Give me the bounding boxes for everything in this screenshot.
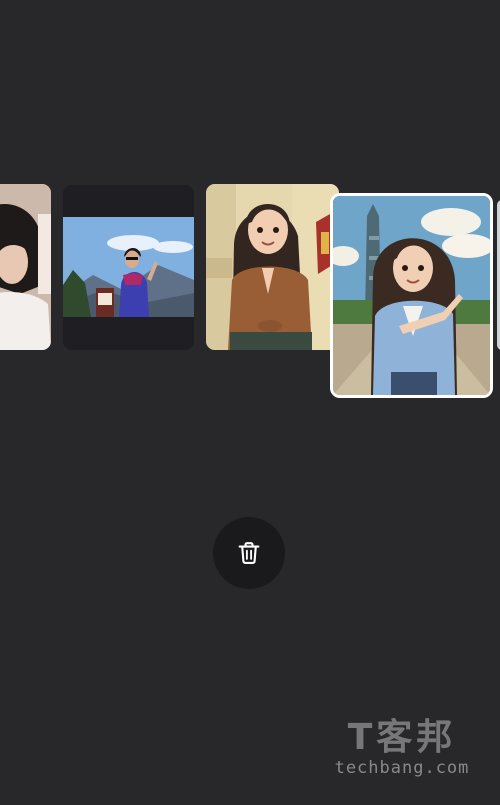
photo-3-image xyxy=(206,184,339,350)
photo-2-image xyxy=(63,185,194,350)
photo-4-image xyxy=(333,196,490,395)
photo-thumbnail-2[interactable] xyxy=(63,185,194,350)
watermark: T客邦 techbang.com xyxy=(322,718,482,788)
watermark-logo: T客邦 xyxy=(347,717,457,758)
photo-thumbnail-1[interactable] xyxy=(0,184,51,350)
photo-1-image xyxy=(0,184,51,350)
watermark-domain: techbang.com xyxy=(334,758,470,778)
photo-thumbnail-3[interactable] xyxy=(206,184,339,350)
photo-carousel[interactable] xyxy=(0,0,500,420)
photo-thumbnail-4-selected[interactable] xyxy=(330,193,493,398)
delete-button[interactable] xyxy=(213,517,285,589)
photo-editor-screen: T客邦 techbang.com xyxy=(0,0,500,805)
trash-icon xyxy=(238,542,260,564)
